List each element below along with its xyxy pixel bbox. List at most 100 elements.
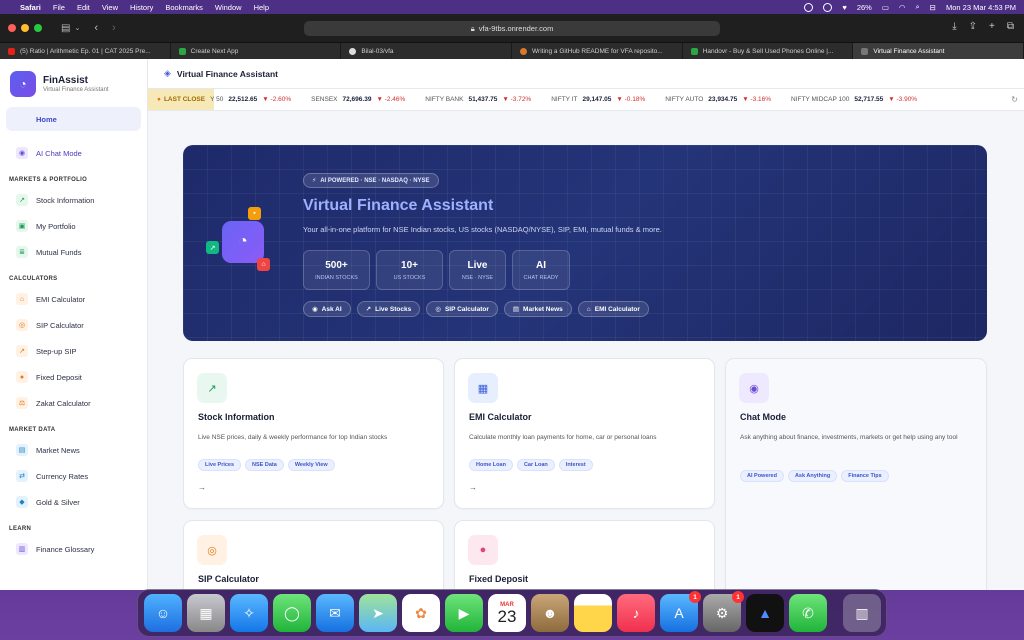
tab-vfa[interactable]: Virtual Finance Assistant [853,43,1024,59]
menu-window[interactable]: Window [215,3,242,12]
ticker-item[interactable]: NIFTY IT 29,147.05 ▼ -0.18% [551,96,645,103]
music-icon[interactable]: ♪ [617,594,655,632]
ticker-item[interactable]: SENSEX 72,696.39 ▼ -2.46% [311,96,405,103]
search-icon[interactable]: ⌕ [915,2,919,12]
back-icon[interactable]: ‹ [94,22,98,34]
ticker-item[interactable]: Y 50 22,512.65 ▼ -2.60% [210,96,291,103]
card-stock-information[interactable]: ↗ Stock Information Live NSE prices, dai… [183,358,444,509]
tab-overview-icon[interactable]: ⧉ [1007,21,1014,32]
sidebar-item-my-portfolio[interactable]: ▣ My Portfolio [6,214,141,238]
antigravity-icon[interactable]: ▲ [746,594,784,632]
tab-youtube[interactable]: (5) Ratio | Arithmetic Ep. 01 | CAT 2025… [0,43,171,59]
notes-icon[interactable] [574,594,612,632]
status-circle-icon[interactable] [823,2,833,12]
menu-file[interactable]: File [53,3,65,12]
sidebar-item-step-up-sip[interactable]: ↗ Step-up SIP [6,339,141,363]
sidebar-item-market-news[interactable]: ▤ Market News [6,438,141,462]
chevron-down-icon[interactable]: ⌄ [74,24,80,32]
dot-icon: ● [157,96,161,103]
contacts-icon[interactable]: ☻ [531,594,569,632]
tag: Finance Tips [841,470,889,482]
battery-icon[interactable]: ▭ [882,3,889,12]
control-center-icon[interactable]: ⊟ [930,3,936,12]
finder-icon[interactable]: ☺ [144,594,182,632]
share-icon[interactable]: ⇪ [969,21,977,32]
menu-view[interactable]: View [102,3,118,12]
market-news-button[interactable]: ▤ Market News [503,301,572,317]
menu-history[interactable]: History [130,3,153,12]
minimize-window-button[interactable] [21,24,29,32]
sip-calculator-button[interactable]: ◎ SIP Calculator [426,301,498,317]
sidebar-item-currency-rates[interactable]: ⇄ Currency Rates [6,464,141,488]
trash-icon[interactable]: ▥ [843,594,881,632]
sidebar-item-label: Zakat Calculator [36,398,91,408]
tag: Ask Anything [787,470,838,482]
emi-calculator-button[interactable]: ⌂ EMI Calculator [577,301,649,317]
ticker-change: ▼ -0.18% [616,96,646,103]
photos-icon[interactable]: ✿ [402,594,440,632]
card-emi-calculator[interactable]: ▦ EMI Calculator Calculate monthly loan … [454,358,715,509]
live-stocks-button[interactable]: ↗ Live Stocks [356,301,421,317]
status-circle-icon[interactable] [804,2,814,12]
card-title: SIP Calculator [198,574,259,584]
app-store-icon[interactable]: A1 [660,591,701,632]
sidebar-item-mutual-funds[interactable]: ≣ Mutual Funds [6,240,141,264]
ticker-item[interactable]: NIFTY AUTO 23,934.75 ▼ -3.16% [665,96,771,103]
system-settings-icon[interactable]: ⚙ 1 [703,591,744,632]
sidebar-item-label: Mutual Funds [36,247,82,257]
card-fixed-deposit[interactable]: ● Fixed Deposit [454,520,715,590]
tab-github[interactable]: Bilal-03/vfa [341,43,513,59]
card-title: Chat Mode [740,412,786,422]
pill-label: Market News [523,305,563,313]
sidebar-item-fixed-deposit[interactable]: ● Fixed Deposit [6,365,141,389]
menu-app-name[interactable]: Safari [20,3,41,12]
mail-icon[interactable]: ✉ [316,594,354,632]
brand[interactable]: ◔ FinAssist Virtual Finance Assistant [0,59,147,107]
arrow-right-icon[interactable]: → [469,483,477,492]
new-tab-icon[interactable]: + [989,21,995,32]
tab-handovr[interactable]: Handovr - Buy & Sell Used Phones Online … [683,43,854,59]
zoom-window-button[interactable] [34,24,42,32]
claude-icon [520,47,528,55]
facetime-icon[interactable]: ▶ [445,594,483,632]
card-sip-calculator[interactable]: ◎ SIP Calculator [183,520,444,590]
sidebar-item-stock-information[interactable]: ↗ Stock Information [6,188,141,212]
whatsapp-icon[interactable]: ✆ [789,594,827,632]
card-chat-mode[interactable]: ◉ Chat Mode Ask anything about finance, … [725,358,987,590]
ticker-item[interactable]: NIFTY MIDCAP 100 52,717.55 ▼ -3.90% [791,96,917,103]
sidebar-toggle-icon[interactable]: ▤ [61,23,70,34]
safari-icon[interactable]: ✧ [230,594,268,632]
tab-claude[interactable]: Writing a GitHub README for VFA reposito… [512,43,683,59]
launchpad-icon[interactable]: ▦ [187,594,225,632]
menu-help[interactable]: Help [254,3,269,12]
refresh-icon[interactable]: ↻ [1005,95,1018,104]
forward-icon[interactable]: › [112,22,116,34]
heart-icon[interactable]: ♥ [842,3,846,12]
ask-ai-button[interactable]: ◉ Ask AI [303,301,351,317]
download-icon[interactable]: ⤓ [952,21,956,32]
clock[interactable]: Mon 23 Mar 4:53 PM [946,3,1016,12]
close-window-button[interactable] [8,24,16,32]
house-icon: ⌂ [16,293,28,305]
arrow-right-icon[interactable]: → [198,483,206,492]
sidebar-item-label: Currency Rates [36,471,89,481]
sidebar-item-ai-chat[interactable]: ◉ AI Chat Mode [6,141,141,165]
calendar-icon[interactable]: MAR 23 [488,594,526,632]
sidebar-item-gold-silver[interactable]: ◆ Gold & Silver [6,490,141,514]
address-bar[interactable]: 🔒︎ vfa-9tbs.onrender.com [304,21,720,36]
sidebar-item-sip-calculator[interactable]: ◎ SIP Calculator [6,313,141,337]
wifi-icon[interactable]: ◠ [899,3,906,12]
menu-bookmarks[interactable]: Bookmarks [165,3,203,12]
ticker-item[interactable]: NIFTY BANK 51,437.75 ▼ -3.72% [425,96,531,103]
sidebar-item-finance-glossary[interactable]: ▥ Finance Glossary [6,537,141,561]
tab-create-next-app[interactable]: Create Next App [171,43,342,59]
maps-icon[interactable]: ➤ [359,594,397,632]
stat-value: 10+ [401,259,418,271]
sidebar-item-label: Gold & Silver [36,497,80,507]
messages-icon[interactable]: ◯ [273,594,311,632]
sidebar-item-zakat-calculator[interactable]: ⚖ Zakat Calculator [6,391,141,415]
battery-percent[interactable]: 26% [857,3,872,12]
menu-edit[interactable]: Edit [77,3,90,12]
sidebar-item-emi-calculator[interactable]: ⌂ EMI Calculator [6,287,141,311]
sidebar-item-home[interactable]: Home [6,107,141,131]
